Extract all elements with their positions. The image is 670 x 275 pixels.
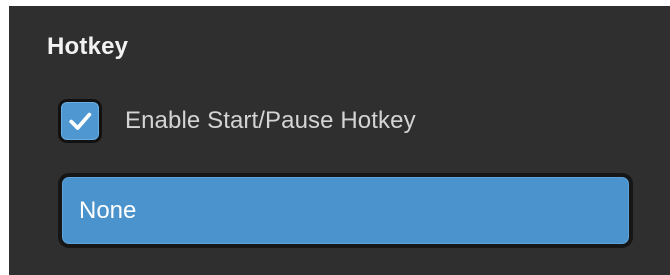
enable-start-pause-hotkey-label: Enable Start/Pause Hotkey xyxy=(125,107,416,134)
hotkey-settings-panel: Hotkey Enable Start/Pause Hotkey None xyxy=(9,6,670,275)
enable-start-pause-hotkey-checkbox[interactable] xyxy=(58,99,102,143)
checkmark-icon xyxy=(66,107,94,135)
hotkey-input[interactable]: None xyxy=(58,173,633,248)
enable-start-pause-hotkey-row[interactable]: Enable Start/Pause Hotkey xyxy=(58,96,416,146)
section-title: Hotkey xyxy=(47,33,129,60)
